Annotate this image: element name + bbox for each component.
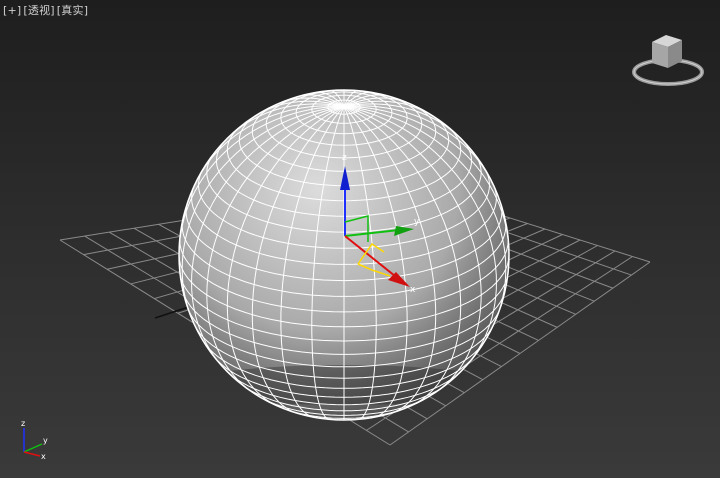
gizmo-y-label: y — [414, 217, 420, 227]
tripod-z-label: z — [21, 419, 25, 428]
gizmo-x-label: x — [410, 285, 416, 295]
view-type-button[interactable]: [透视] — [23, 4, 54, 17]
viewport-menu-button[interactable]: [+] — [3, 4, 21, 17]
gizmo-z-axis[interactable]: z — [340, 153, 350, 236]
viewcube-icon[interactable] — [628, 30, 708, 90]
transform-gizmo[interactable]: z y x — [0, 0, 720, 478]
axis-tripod-icon: z y x — [21, 419, 48, 460]
perspective-viewport[interactable]: z y x [+] [透视] [真实] z y x — [0, 0, 720, 478]
tripod-y-label: y — [43, 436, 48, 445]
shading-mode-button[interactable]: [真实] — [57, 4, 88, 17]
viewport-label: [+] [透视] [真实] — [3, 2, 88, 18]
gizmo-y-axis[interactable]: y — [344, 217, 420, 237]
tripod-x-label: x — [41, 452, 46, 460]
gizmo-x-axis[interactable]: x — [344, 235, 416, 295]
gizmo-z-label: z — [342, 153, 347, 163]
